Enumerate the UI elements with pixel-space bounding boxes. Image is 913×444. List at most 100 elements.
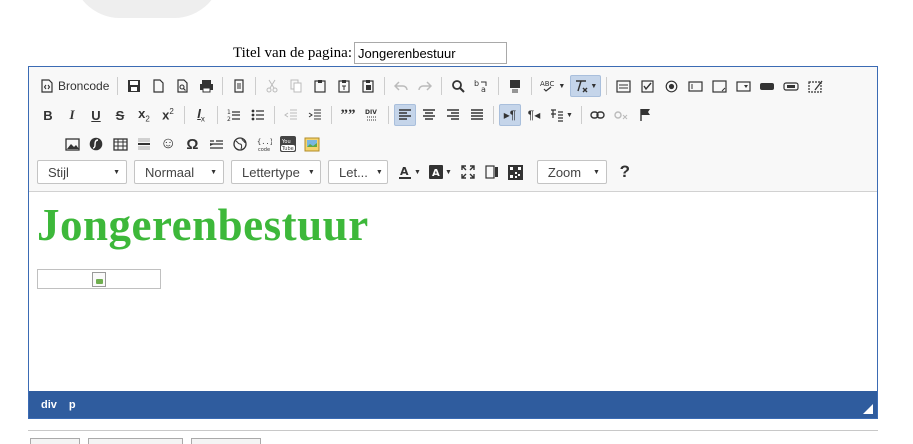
find-button[interactable] xyxy=(447,75,469,97)
language-button[interactable]: ▼ xyxy=(547,104,576,126)
editor-content-area[interactable]: Jongerenbestuur xyxy=(37,199,369,289)
bottom-button-2[interactable] xyxy=(88,438,183,444)
redo-button[interactable] xyxy=(414,75,436,97)
special-char-button[interactable]: Ω xyxy=(181,133,203,155)
strikethrough-icon: S xyxy=(115,107,125,123)
page-title-input[interactable] xyxy=(354,42,508,64)
align-right-icon xyxy=(447,108,459,120)
broken-image[interactable] xyxy=(37,269,161,289)
textfield-button[interactable] xyxy=(684,75,706,97)
image-gallery-button[interactable] xyxy=(301,133,323,155)
replace-button[interactable]: ba xyxy=(471,75,493,97)
copy-button[interactable] xyxy=(285,75,307,97)
globe-icon xyxy=(233,137,247,151)
underline-icon: U xyxy=(91,107,101,123)
qr-code-button[interactable] xyxy=(505,161,527,183)
path-item-div[interactable]: div xyxy=(41,399,57,411)
bulleted-list-icon xyxy=(251,109,264,121)
table-button[interactable] xyxy=(109,133,131,155)
source-button-label: Broncode xyxy=(58,79,110,93)
text-direction-rtl-button[interactable]: ¶◂ xyxy=(523,104,545,126)
svg-text:DIV: DIV xyxy=(365,109,377,116)
zoom-dropdown[interactable]: Zoom ▼ xyxy=(536,160,607,184)
blockquote-button[interactable]: ”” xyxy=(337,104,359,126)
page-break-button[interactable] xyxy=(205,133,227,155)
toolbar-separator xyxy=(184,106,185,124)
bottom-button-1[interactable] xyxy=(30,438,80,444)
site-logo xyxy=(72,0,222,18)
horizontal-rule-button[interactable] xyxy=(133,133,155,155)
undo-button[interactable] xyxy=(390,75,412,97)
text-direction-ltr-button[interactable]: ▸¶ xyxy=(499,104,521,126)
hidden-field-button[interactable] xyxy=(804,75,826,97)
link-button[interactable] xyxy=(587,104,609,126)
select-field-button[interactable] xyxy=(732,75,754,97)
textarea-button[interactable] xyxy=(708,75,730,97)
create-div-button[interactable]: DIV xyxy=(361,104,383,126)
align-left-button[interactable] xyxy=(394,104,416,126)
save-icon xyxy=(128,80,141,92)
format-dropdown[interactable]: Normaal ▼ xyxy=(134,160,224,184)
underline-button[interactable]: U xyxy=(85,104,107,126)
align-right-button[interactable] xyxy=(442,104,464,126)
align-center-button[interactable] xyxy=(418,104,440,126)
button-field-button[interactable] xyxy=(756,75,778,97)
font-dropdown[interactable]: Lettertype ▼ xyxy=(231,160,321,184)
font-size-dropdown[interactable]: Let... ▼ xyxy=(328,160,388,184)
checkbox-button[interactable] xyxy=(636,75,658,97)
cut-button[interactable] xyxy=(261,75,283,97)
outdent-button[interactable] xyxy=(280,104,302,126)
path-item-p[interactable]: p xyxy=(69,399,76,411)
resize-handle[interactable] xyxy=(863,404,873,414)
save-button[interactable] xyxy=(123,75,145,97)
text-color-button[interactable]: A ▼ xyxy=(395,161,424,183)
select-all-button[interactable] xyxy=(504,75,526,97)
styles-dropdown[interactable]: Stijl ▼ xyxy=(37,160,127,184)
image-button[interactable] xyxy=(61,133,83,155)
spellcheck-icon: ABC xyxy=(540,80,555,92)
maximize-button[interactable] xyxy=(457,161,479,183)
iframe-button[interactable] xyxy=(229,133,251,155)
align-justify-button[interactable] xyxy=(466,104,488,126)
font-dropdown-value: Lettertype xyxy=(242,164,300,180)
bold-button[interactable]: B xyxy=(37,104,59,126)
spellcheck-button[interactable]: ABC ▼ xyxy=(537,75,568,97)
numbered-list-button[interactable]: 12 xyxy=(223,104,245,126)
help-button[interactable]: ? xyxy=(614,161,636,183)
show-blocks-button[interactable] xyxy=(481,161,503,183)
toolbar-separator xyxy=(331,106,332,124)
anchor-button[interactable] xyxy=(635,104,657,126)
image-button-field-button[interactable] xyxy=(780,75,802,97)
bottom-button-3[interactable] xyxy=(191,438,261,444)
smiley-button[interactable]: ☺ xyxy=(157,133,179,155)
print-button[interactable] xyxy=(195,75,217,97)
code-snippet-button[interactable]: {..}code xyxy=(253,133,275,155)
toolbar-row-2: B I U S x2 x2 Ix 12 ”” DIV ▸¶ ¶◂ ▼ xyxy=(37,102,659,128)
source-button[interactable]: Broncode xyxy=(37,75,112,97)
remove-format-button[interactable]: Ix xyxy=(190,104,212,126)
formatting-button[interactable]: ▼ xyxy=(570,75,602,97)
select-field-icon xyxy=(736,80,751,92)
toolbar-separator xyxy=(274,106,275,124)
form-button[interactable] xyxy=(612,75,634,97)
align-center-icon xyxy=(423,108,435,120)
rich-text-editor: Broncode b a ABC ▼ ▼ B I U S x2 x2 Ix 1 … xyxy=(28,66,878,419)
superscript-button[interactable]: x2 xyxy=(157,104,179,126)
bold-icon: B xyxy=(43,107,53,123)
radio-button[interactable] xyxy=(660,75,682,97)
preview-button[interactable] xyxy=(171,75,193,97)
bulleted-list-button[interactable] xyxy=(247,104,269,126)
subscript-button[interactable]: x2 xyxy=(133,104,155,126)
flash-button[interactable] xyxy=(85,133,107,155)
templates-button[interactable] xyxy=(228,75,250,97)
indent-button[interactable] xyxy=(304,104,326,126)
strikethrough-button[interactable]: S xyxy=(109,104,131,126)
background-color-button[interactable]: A ▼ xyxy=(426,161,455,183)
paste-text-button[interactable] xyxy=(333,75,355,97)
paste-button[interactable] xyxy=(309,75,331,97)
unlink-button[interactable] xyxy=(611,104,633,126)
paste-word-button[interactable] xyxy=(357,75,379,97)
youtube-button[interactable]: You Tube xyxy=(277,133,299,155)
new-page-button[interactable] xyxy=(147,75,169,97)
italic-button[interactable]: I xyxy=(61,104,83,126)
